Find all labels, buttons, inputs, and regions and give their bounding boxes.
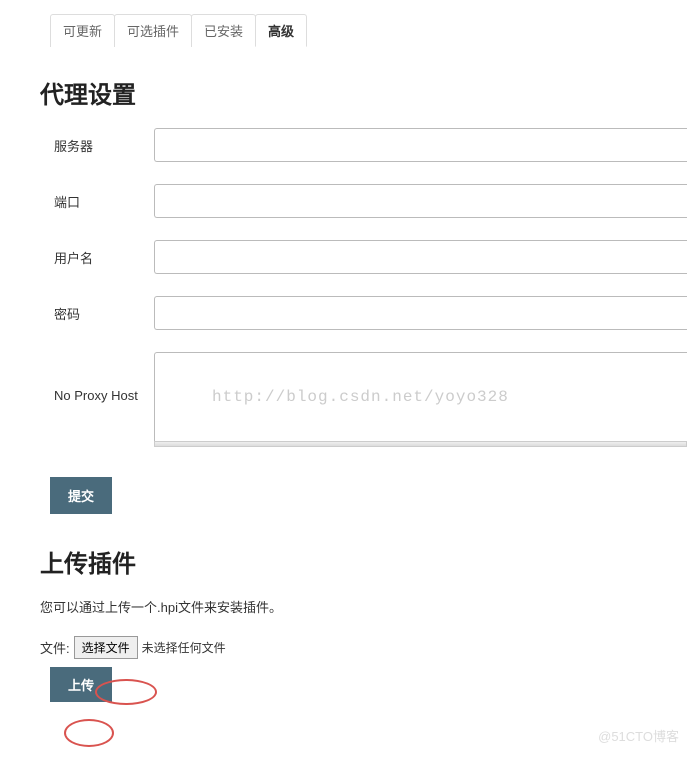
file-label: 文件: — [40, 638, 70, 657]
username-row: 用户名 — [54, 240, 687, 274]
noproxy-label: No Proxy Host — [54, 352, 154, 403]
password-label: 密码 — [54, 296, 154, 323]
watermark-site: @51CTO博客 — [598, 726, 679, 745]
tab-updatable[interactable]: 可更新 — [50, 14, 115, 47]
upload-button[interactable]: 上传 — [50, 667, 112, 702]
textarea-scrollbar[interactable] — [154, 441, 687, 447]
server-label: 服务器 — [54, 128, 154, 155]
annotation-circle-upload — [64, 719, 114, 747]
tab-installed[interactable]: 已安装 — [191, 14, 256, 47]
upload-description: 您可以通过上传一个.hpi文件来安装插件。 — [40, 597, 687, 616]
tab-advanced[interactable]: 高级 — [255, 14, 307, 47]
port-row: 端口 — [54, 184, 687, 218]
password-row: 密码 — [54, 296, 687, 330]
proxy-settings-title: 代理设置 — [40, 75, 687, 110]
submit-button[interactable]: 提交 — [50, 477, 112, 514]
username-input[interactable] — [154, 240, 687, 274]
file-status: 未选择任何文件 — [142, 639, 226, 656]
plugin-tabs: 可更新 可选插件 已安装 高级 — [50, 14, 687, 47]
server-row: 服务器 — [54, 128, 687, 162]
choose-file-button[interactable]: 选择文件 — [74, 636, 138, 659]
port-input[interactable] — [154, 184, 687, 218]
password-input[interactable] — [154, 296, 687, 330]
noproxy-textarea[interactable] — [154, 352, 687, 444]
username-label: 用户名 — [54, 240, 154, 267]
server-input[interactable] — [154, 128, 687, 162]
upload-plugin-title: 上传插件 — [40, 544, 687, 579]
port-label: 端口 — [54, 184, 154, 211]
noproxy-row: No Proxy Host — [54, 352, 687, 447]
file-row: 文件: 选择文件 未选择任何文件 — [40, 636, 687, 659]
tab-available[interactable]: 可选插件 — [114, 14, 192, 47]
